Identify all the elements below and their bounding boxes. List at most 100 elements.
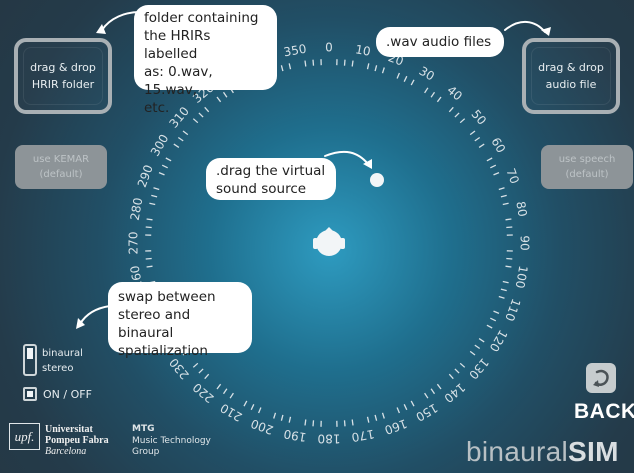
dial-tick: [436, 383, 442, 390]
dial-tick: [490, 317, 497, 322]
dial-tick: [474, 344, 481, 350]
dial-tick: [229, 392, 234, 399]
back-arrow-icon: [593, 369, 609, 387]
dial-tick: [486, 157, 493, 162]
hrir-folder-drop-zone[interactable]: drag & drop HRIR folder: [14, 38, 112, 114]
dial-tick: [312, 420, 315, 427]
dial-label: 170: [350, 427, 375, 445]
dial-label: 40: [444, 83, 465, 104]
on-off-checkbox[interactable]: [23, 387, 37, 401]
dial-tick: [381, 412, 385, 419]
dial-tick: [288, 416, 292, 423]
binaural-stereo-toggle[interactable]: [23, 344, 37, 376]
dial-tick: [273, 412, 277, 419]
dial-tick: [502, 202, 509, 206]
tooltip-line: folder containing: [144, 10, 259, 26]
dial-tick: [424, 392, 429, 399]
dial-label: 280: [128, 197, 146, 222]
dial-tick: [145, 226, 152, 229]
dial-label: 180: [318, 432, 341, 446]
toggle-knob: [27, 348, 33, 359]
dial-label: 70: [503, 167, 521, 186]
dial-tick: [459, 362, 466, 368]
dial-label: 130: [466, 355, 491, 382]
dial-tick: [454, 112, 460, 118]
dial-tick: [454, 368, 460, 374]
dial-tick: [500, 194, 507, 198]
dial-tick: [403, 75, 408, 82]
dial-label: 270: [127, 232, 141, 255]
use-speech-button[interactable]: use speech (default): [541, 145, 633, 189]
dial-tick: [192, 118, 199, 124]
dial-tick: [153, 187, 160, 191]
tooltip-line: .wav audio files: [386, 34, 492, 50]
upf-logo: upf.: [9, 423, 40, 450]
dial-tick: [506, 257, 513, 260]
dial-tick: [490, 164, 497, 169]
checkbox-fill: [27, 391, 33, 397]
dial-tick: [498, 187, 505, 191]
dial-tick: [222, 388, 228, 395]
mtg-line2: Group: [132, 447, 160, 457]
dial-tick: [478, 338, 485, 343]
dial-tick: [304, 419, 307, 426]
tooltip-line: the HRIRs labelled: [144, 28, 211, 62]
dial-tick: [204, 373, 210, 380]
mode-binaural-label: binaural: [42, 348, 83, 359]
mtg-line1: Music Technology: [132, 436, 211, 446]
dial-tick: [145, 257, 152, 260]
dial-tick: [177, 136, 184, 142]
on-off-label: ON / OFF: [43, 388, 92, 401]
dial-label: 190: [283, 427, 308, 445]
dial-label: 90: [518, 235, 532, 250]
dial-tick: [486, 324, 493, 329]
dial-label: 140: [441, 380, 468, 405]
dial-tick: [258, 407, 262, 414]
dial-tick: [343, 420, 346, 427]
mtg-logo: MTG Music Technology Group: [132, 425, 211, 457]
use-kemar-button[interactable]: use KEMAR (default): [15, 145, 107, 189]
dial-tick: [493, 310, 500, 314]
dial-tick: [192, 362, 199, 368]
drop-zone-inner: [531, 47, 611, 105]
tooltip-line: stereo and binaural: [118, 307, 191, 341]
upf-name: Universitat Pompeu Fabra Barcelona: [45, 425, 109, 457]
use-speech-sub: (default): [565, 169, 609, 180]
upf-line1: Universitat: [45, 424, 93, 435]
dial-label: 110: [502, 297, 523, 323]
dial-label: 60: [488, 135, 508, 155]
back-label[interactable]: BACK: [574, 400, 634, 424]
dial-tick: [469, 350, 476, 356]
dial-label: 220: [190, 380, 217, 405]
dial-tick: [424, 87, 429, 94]
dial-tick: [502, 280, 509, 284]
mtg-title: MTG: [132, 424, 155, 434]
dial-label: 0: [325, 41, 333, 55]
dial-tick: [478, 143, 485, 148]
dial-tick: [505, 218, 512, 221]
back-button[interactable]: [586, 363, 616, 393]
dial-label: 160: [383, 416, 409, 437]
dial-tick: [250, 404, 255, 411]
dial-tick: [288, 63, 292, 70]
dial-label: 30: [417, 64, 437, 84]
dial-label: 80: [513, 200, 529, 217]
dial-label: 350: [283, 42, 308, 60]
use-kemar-sub: (default): [39, 169, 83, 180]
dial-tick: [374, 414, 378, 421]
dial-tick: [396, 72, 400, 79]
dial-label: 100: [513, 264, 531, 289]
dial-label: 120: [487, 327, 511, 354]
audio-file-drop-zone[interactable]: drag & drop audio file: [522, 38, 620, 114]
dial-tick: [448, 106, 454, 113]
dial-tick: [500, 288, 507, 292]
dial-tick: [403, 404, 408, 411]
upf-logo-abbr: upf.: [14, 428, 35, 444]
dial-tick: [469, 130, 476, 136]
virtual-sound-source[interactable]: [370, 173, 384, 187]
use-speech-label: use speech: [558, 154, 616, 165]
dial-tick: [165, 157, 172, 162]
dial-tick: [366, 63, 370, 70]
dial-tick: [351, 60, 354, 67]
dial-tick: [243, 400, 248, 407]
